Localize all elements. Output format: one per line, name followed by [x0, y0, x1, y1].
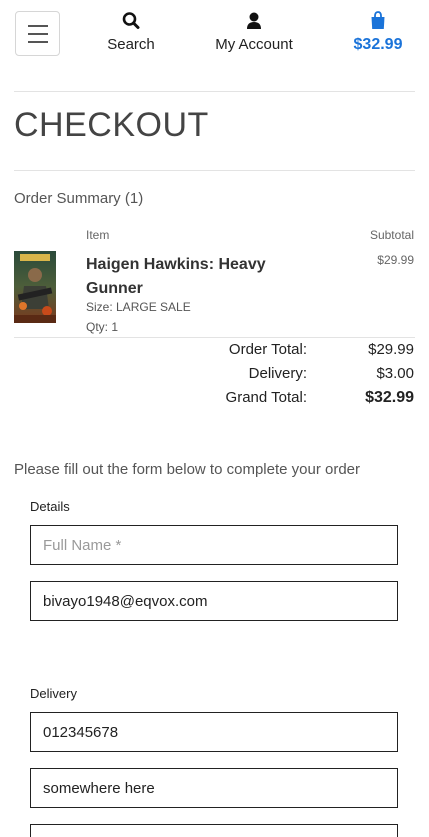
divider: [14, 170, 415, 171]
site-header: Search My Account $32.99: [0, 0, 429, 80]
email-input[interactable]: [30, 581, 398, 621]
product-name: Haigen Hawkins: Heavy Gunner: [86, 256, 266, 297]
bag-total: $32.99: [353, 36, 403, 53]
address-line-input[interactable]: [30, 768, 398, 808]
order-total-value: $29.99: [368, 341, 414, 358]
subtotal-column-header: Subtotal: [369, 228, 414, 242]
delivery-label: Delivery:: [248, 365, 307, 382]
search-label: Search: [107, 36, 155, 53]
totals-divider: [14, 337, 415, 338]
grand-total-value: $32.99: [365, 389, 414, 406]
grand-total-label: Grand Total:: [225, 389, 307, 406]
next-address-input[interactable]: [30, 824, 398, 837]
product-thumbnail: [14, 251, 56, 323]
account-label: My Account: [215, 36, 293, 53]
full-name-input[interactable]: [30, 525, 398, 565]
menu-toggle-button[interactable]: [15, 11, 60, 56]
form-instructions: Please fill out the form below to comple…: [14, 461, 361, 478]
delivery-value: $3.00: [376, 365, 414, 382]
search-nav-link[interactable]: Search: [100, 10, 162, 53]
order-total-label: Order Total:: [228, 341, 307, 358]
hamburger-menu-icon: [27, 24, 48, 27]
phone-number-input[interactable]: [30, 712, 398, 752]
divider: [14, 91, 415, 92]
bag-nav-link[interactable]: $32.99: [348, 10, 408, 54]
product-size: Size: LARGE SALE: [86, 300, 191, 314]
item-column-header: Item: [86, 228, 110, 242]
page-title: CHECKOUT: [14, 106, 209, 144]
grand-total-row: Grand Total: $32.99: [0, 389, 429, 411]
shopping-bag-icon: [371, 11, 385, 29]
account-nav-link[interactable]: My Account: [207, 10, 301, 53]
product-subtotal: $29.99: [377, 253, 414, 267]
details-legend: Details: [30, 499, 70, 514]
delivery-row: Delivery: $3.00: [0, 365, 429, 387]
search-icon: [122, 12, 140, 29]
order-total-row: Order Total: $29.99: [0, 341, 429, 363]
order-summary-heading: Order Summary (1): [14, 190, 144, 207]
product-quantity: Qty: 1: [86, 320, 119, 334]
user-icon: [247, 12, 261, 29]
delivery-legend: Delivery: [30, 686, 77, 701]
